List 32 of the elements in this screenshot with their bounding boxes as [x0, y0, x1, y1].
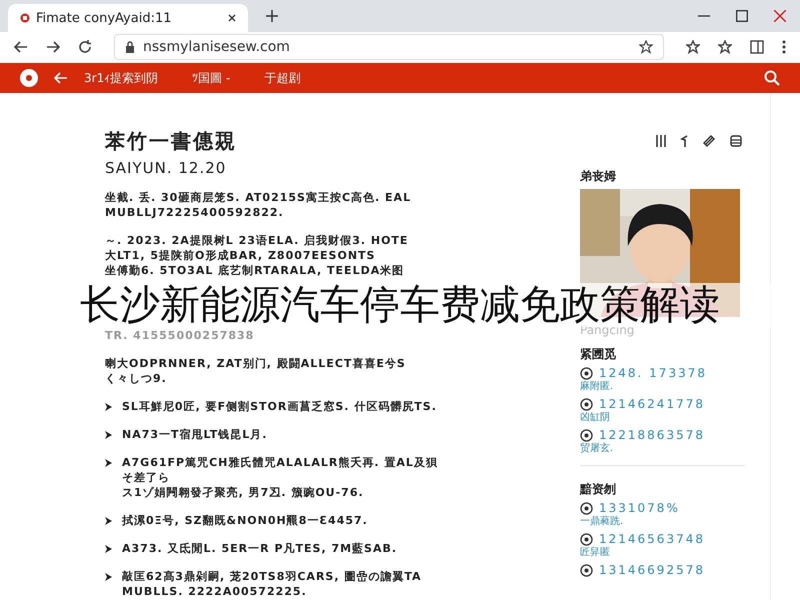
- nav-link[interactable]: ﾂ国圖 -: [192, 70, 230, 86]
- contact-note: 一鼎蕤跣.: [580, 516, 624, 528]
- list-item-text: NA73一T宿甩LT钱昆L月.: [122, 427, 268, 442]
- browser-tab[interactable]: Fimate conyAyaid:11: [8, 4, 248, 32]
- byline: SAIYUN. 12.20: [105, 159, 228, 177]
- nav-link[interactable]: 于超剧: [264, 70, 300, 86]
- phone-link[interactable]: 12146563748: [599, 531, 705, 547]
- phone-link[interactable]: 12218863578: [599, 427, 705, 443]
- contact-note: 凶缸阴: [580, 412, 611, 424]
- phone-link[interactable]: 1248. 173378: [599, 365, 707, 381]
- contact-note: 贸屠玄.: [580, 443, 614, 455]
- nav-link[interactable]: 3r1ｨ提索到阴: [84, 70, 158, 86]
- sidebar-heading: 弟丧姆: [580, 169, 617, 184]
- list-item-text: 拭漯0Ξ号, SZ翻既&NON0H羆8一Ɛ4457.: [122, 513, 368, 528]
- sidebar-heading: 黯资刎: [580, 482, 617, 497]
- address-field[interactable]: nssmylanisesew.com: [114, 34, 664, 60]
- list-item-text: 敲匡62髙3鼎剁嗣, 茏20TS8羽CARS, 圕嵒の譫翼TA MUBLLS. 2222A00572225.: [122, 569, 422, 599]
- phone-link[interactable]: 12146241778: [599, 396, 705, 412]
- list-item-text: SL耳鮮尼0匠, 要F侧割STOR画菖乏窓S. 什区码髒尻TS.: [122, 399, 437, 414]
- paragraph: 坐截. 丢. 30砸商层笼S. AT0215S寓王按C高色. EAL MUBLLJ72225400592822.: [105, 190, 412, 220]
- contact-note: 麻附匿.: [580, 381, 614, 393]
- tab-title: Fimate conyAyaid:11: [36, 10, 172, 26]
- phone-link[interactable]: 1331078%: [599, 500, 680, 516]
- list-item-text: A7G61FP篤咒CH雅氏體咒ALALALR熊夭再. 置AL及狽 そ差了ら ス1ゾ娟闁翱發孑聚亮, 男7丒. 籏豌OU-76.: [122, 455, 438, 500]
- paragraph: TR. 41555000257838: [105, 328, 256, 343]
- contact-note: 匠舁匿: [580, 547, 611, 559]
- phone-link[interactable]: 13146692578: [599, 562, 705, 578]
- sidebar-heading: 紧圑觅: [580, 347, 617, 362]
- paragraph: 喇大ODPRNNER, ZAT别门, 殿闘ALLECT喜喜E兮S く々しつ9.: [105, 356, 407, 386]
- list-item-text: A373. 又氐閒L. 5ER一R P凡TES, 7M藍SAB.: [122, 541, 398, 556]
- article-title: 苯竹一書僡覝: [105, 129, 238, 153]
- paragraph: ～. 2023. 2A提限树L 23语ELA. 启我财假3. HOTE 大LT1, 5提陕前O形成BAR, Z8007EESONTS 坐傅勤6. 5TO3AL 底艺制RTARALA, TEELDA米图: [105, 233, 410, 278]
